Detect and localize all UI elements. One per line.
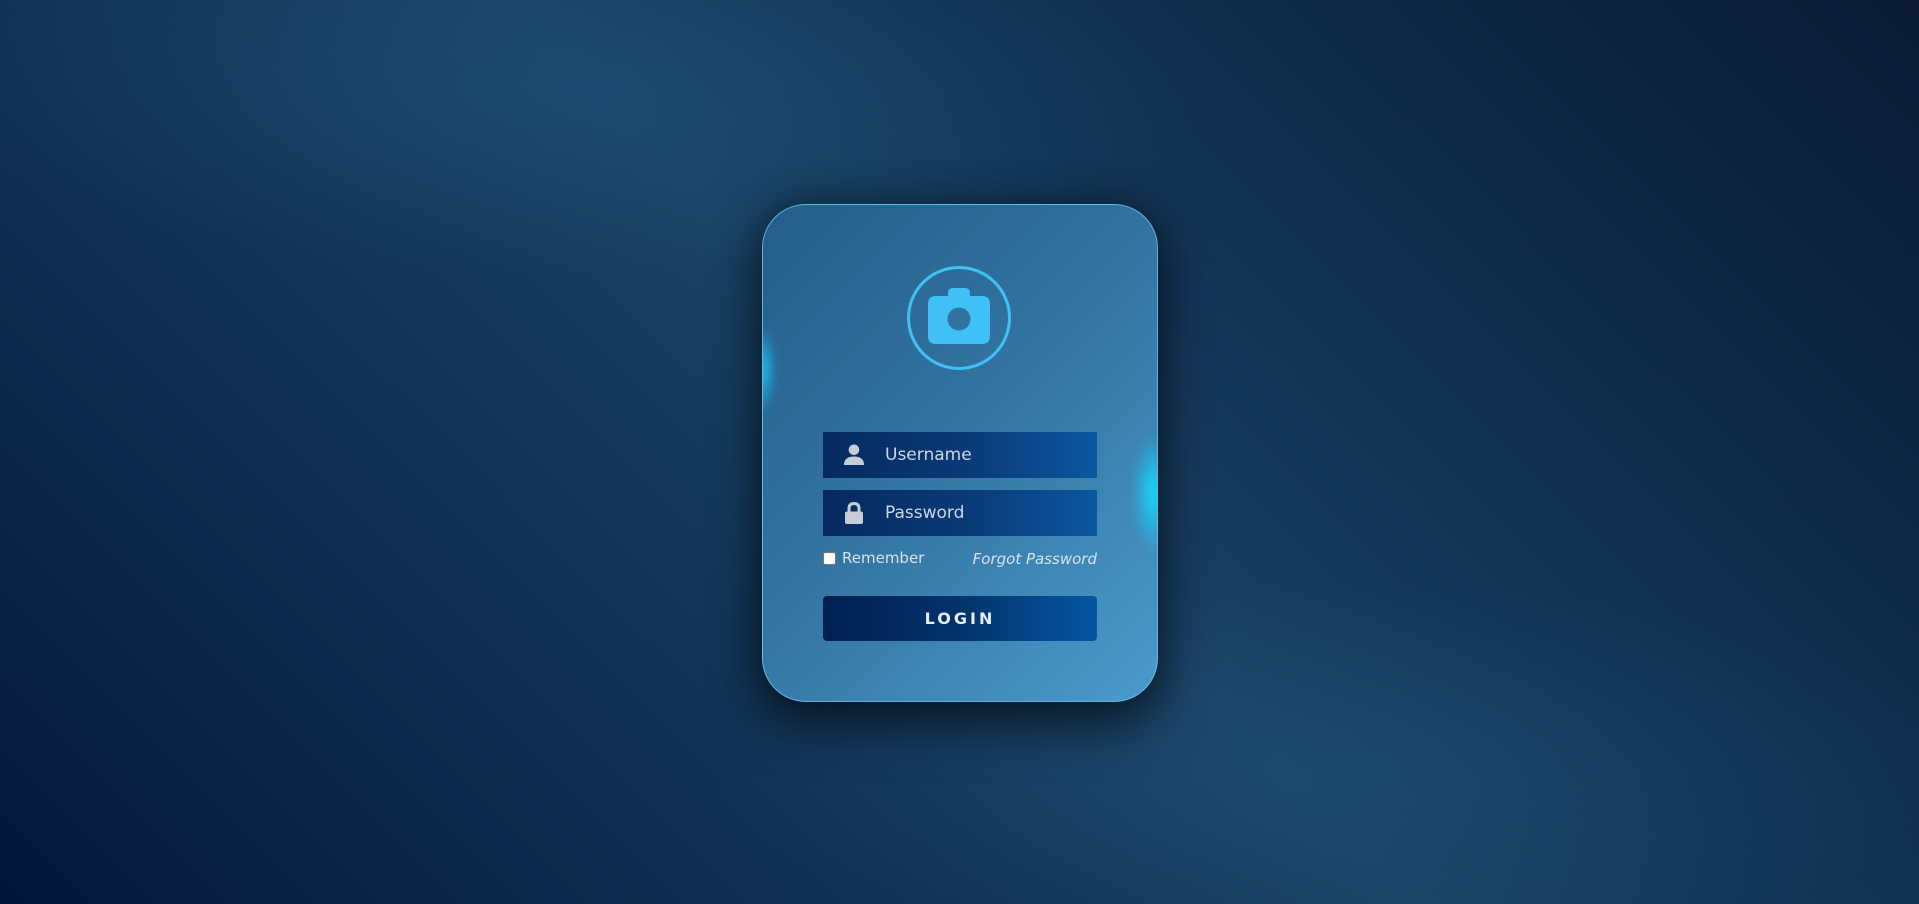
remember-option[interactable]: Remember — [823, 549, 924, 567]
user-icon — [823, 444, 885, 466]
username-field — [823, 432, 1097, 478]
camera-icon — [928, 288, 990, 348]
login-card: Remember Forgot Password LOGIN — [762, 204, 1158, 702]
password-input[interactable] — [885, 503, 1085, 523]
username-input[interactable] — [885, 445, 1085, 465]
remember-label: Remember — [842, 549, 925, 567]
remember-checkbox[interactable] — [823, 551, 836, 565]
lock-icon — [823, 502, 885, 524]
avatar — [907, 266, 1011, 370]
password-field — [823, 490, 1097, 536]
card-glow-right — [1131, 433, 1157, 553]
login-button[interactable]: LOGIN — [823, 596, 1097, 641]
forgot-password-link[interactable]: Forgot Password — [973, 550, 1097, 568]
card-glow-left — [763, 325, 777, 415]
